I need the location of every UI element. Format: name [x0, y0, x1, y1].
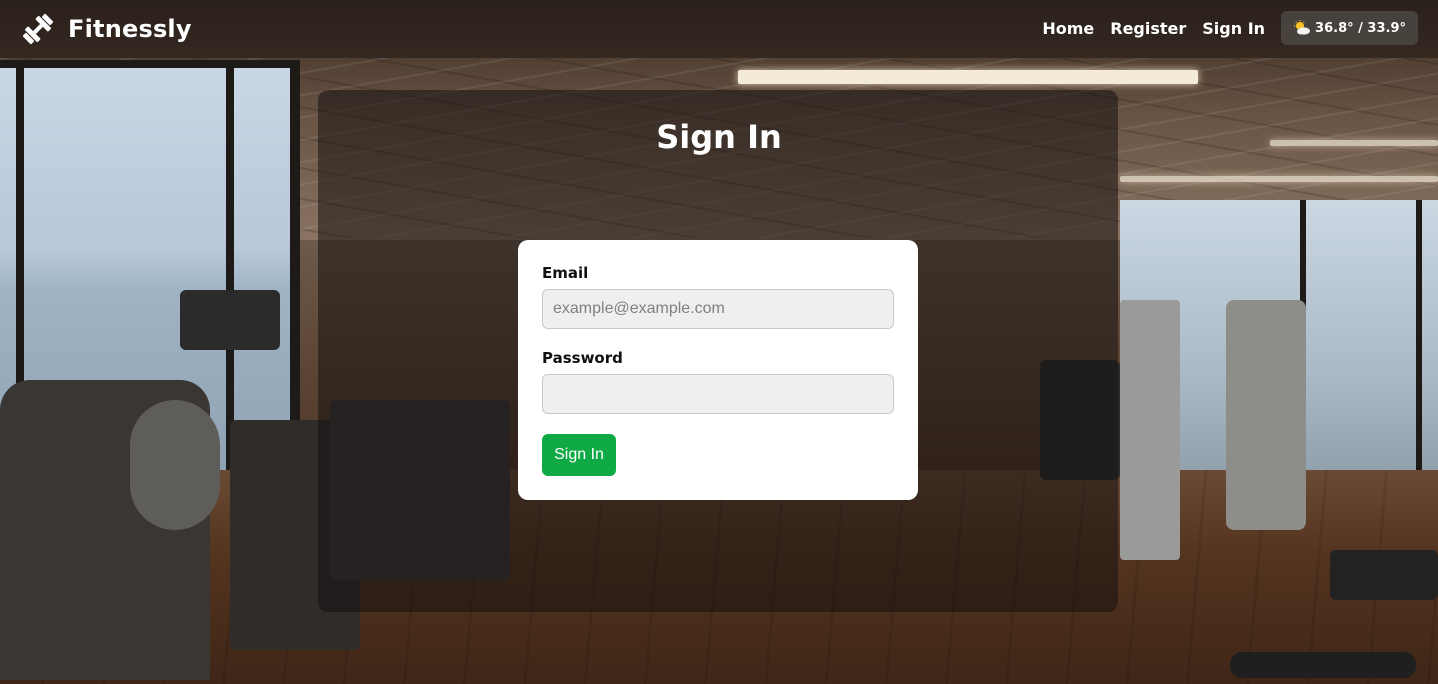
password-label: Password	[542, 349, 623, 367]
sign-in-button[interactable]: Sign In	[542, 434, 616, 476]
page-title: Sign In	[656, 118, 782, 156]
nav-links: Home Register Sign In 36.8° / 33.9°	[1042, 11, 1418, 45]
nav-register-link[interactable]: Register	[1110, 19, 1186, 38]
nav-home-link[interactable]: Home	[1042, 19, 1094, 38]
exercise-machine	[130, 400, 220, 530]
ceiling-light	[738, 70, 1198, 84]
window-frame	[0, 60, 300, 68]
partly-sunny-icon	[1293, 20, 1311, 36]
weather-widget: 36.8° / 33.9°	[1281, 11, 1418, 45]
sign-in-card: Email Password Sign In	[518, 240, 918, 500]
window-frame	[1416, 200, 1422, 490]
weight-machine	[1226, 300, 1306, 530]
weather-text: 36.8° / 33.9°	[1315, 20, 1406, 36]
email-label: Email	[542, 264, 589, 282]
email-field[interactable]	[542, 289, 894, 329]
weight-bench	[1330, 550, 1438, 600]
password-field[interactable]	[542, 374, 894, 414]
exercise-machine	[180, 290, 280, 350]
ceiling-light	[1120, 176, 1438, 182]
nav-sign-in-link[interactable]: Sign In	[1202, 19, 1265, 38]
weight-bench	[1230, 652, 1416, 678]
weight-machine	[1120, 300, 1180, 560]
brand[interactable]: Fitnessly	[20, 10, 192, 48]
dumbbell-icon	[20, 11, 56, 47]
top-navbar: Fitnessly Home Register Sign In 36.8° / …	[0, 0, 1438, 58]
brand-name: Fitnessly	[68, 15, 192, 43]
